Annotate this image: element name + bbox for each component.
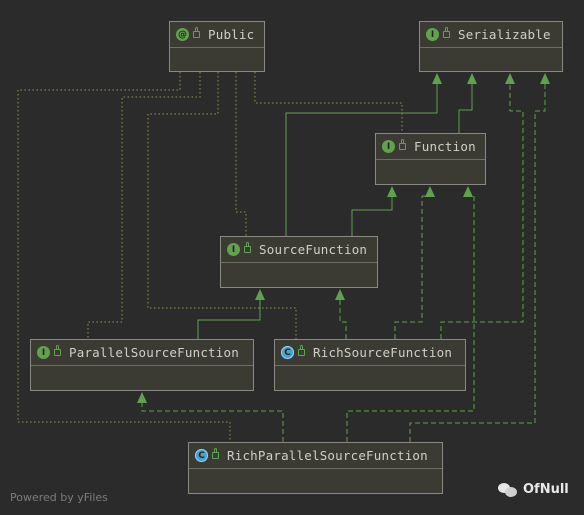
- edge-richsource-serializable: [440, 84, 524, 339]
- node-header: I ParallelSourceFunction: [31, 340, 253, 366]
- arrowhead: [387, 186, 397, 197]
- edge-parallel-source: [197, 298, 261, 339]
- lock-icon: [212, 448, 219, 459]
- arrowhead: [255, 289, 265, 300]
- edge-richsource-function: [394, 196, 423, 339]
- lock-icon: [54, 345, 61, 356]
- edge-richparallel-function: [346, 195, 475, 442]
- node-public[interactable]: @ Public: [169, 21, 265, 72]
- arrowhead: [463, 186, 473, 197]
- node-title: RichSourceFunction: [313, 345, 453, 360]
- arrowhead: [432, 73, 442, 84]
- node-source-function[interactable]: I SourceFunction: [220, 236, 378, 288]
- lock-icon: [244, 242, 251, 253]
- node-header: I Function: [376, 134, 485, 160]
- edge-source-function: [351, 197, 393, 236]
- lock-icon: [193, 27, 200, 38]
- node-title: RichParallelSourceFunction: [227, 448, 428, 463]
- lock-icon: [298, 345, 305, 356]
- lock-icon: [443, 27, 450, 38]
- node-title: SourceFunction: [259, 242, 368, 257]
- node-parallel-source-function[interactable]: I ParallelSourceFunction: [30, 339, 254, 391]
- node-header: @ Public: [170, 22, 264, 48]
- arrowhead: [540, 73, 550, 84]
- class-icon: C: [281, 346, 294, 359]
- interface-icon: I: [227, 243, 240, 256]
- node-header: I SourceFunction: [221, 237, 377, 263]
- node-title: Serializable: [458, 27, 551, 42]
- edge-public-rich-source: [147, 72, 297, 339]
- watermark: OfNull: [498, 481, 569, 497]
- lock-icon: [399, 139, 406, 150]
- arrowhead: [425, 186, 435, 197]
- edge-public-function: [254, 72, 403, 133]
- node-title: Public: [208, 27, 255, 42]
- node-serializable[interactable]: I Serializable: [419, 21, 563, 72]
- interface-icon: I: [37, 346, 50, 359]
- node-title: ParallelSourceFunction: [69, 345, 239, 360]
- node-rich-parallel-source-function[interactable]: C RichParallelSourceFunction: [188, 442, 443, 494]
- wechat-icon: [498, 481, 518, 497]
- edge-richsource-sourcefunction: [339, 298, 347, 339]
- arrowhead: [137, 392, 147, 403]
- node-header: C RichSourceFunction: [275, 340, 465, 366]
- node-function[interactable]: I Function: [375, 133, 486, 185]
- annotation-icon: @: [176, 28, 189, 41]
- arrowhead: [335, 289, 345, 300]
- interface-icon: I: [382, 140, 395, 153]
- edge-public-parallel: [87, 72, 201, 339]
- node-title: Function: [414, 139, 476, 154]
- edge-function-serializable: [458, 84, 473, 133]
- powered-by-footer: Powered by yFiles: [10, 491, 108, 504]
- node-header: C RichParallelSourceFunction: [189, 443, 442, 469]
- uml-diagram-canvas: @ Public I Serializable I Function I Sou…: [0, 0, 584, 515]
- arrowhead: [505, 73, 515, 84]
- node-header: I Serializable: [420, 22, 562, 48]
- interface-icon: I: [426, 28, 439, 41]
- class-icon: C: [195, 449, 208, 462]
- node-rich-source-function[interactable]: C RichSourceFunction: [274, 339, 466, 391]
- watermark-text: OfNull: [523, 481, 569, 497]
- arrowhead: [467, 73, 477, 84]
- edge-public-source: [235, 72, 247, 236]
